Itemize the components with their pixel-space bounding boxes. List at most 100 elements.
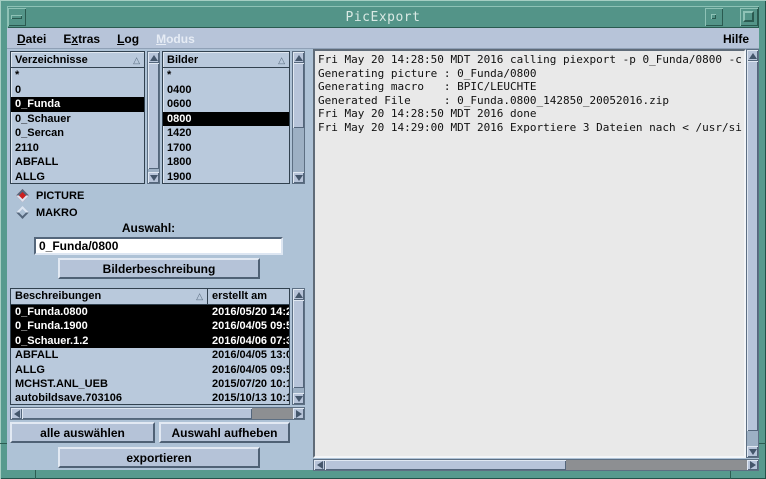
menu-log[interactable]: Log: [110, 30, 146, 48]
scrollbar-thumb[interactable]: [325, 460, 566, 470]
table-row[interactable]: ALLG2016/04/05 09:5: [11, 363, 289, 377]
arrow-left-icon: [317, 461, 323, 469]
scrollbar-thumb[interactable]: [148, 63, 159, 169]
list-item[interactable]: ALLG: [11, 170, 144, 185]
scrollbar-thumb[interactable]: [22, 408, 252, 419]
cell-created-at: 2016/04/05 09:5: [208, 363, 289, 377]
menu-hilfe[interactable]: Hilfe: [715, 30, 757, 48]
table-row[interactable]: 0_Schauer.1.22016/04/06 07:3: [11, 334, 289, 348]
window-menu-button[interactable]: [8, 8, 26, 26]
list-item[interactable]: 0800: [163, 112, 289, 127]
descriptions-table: Beschreibungen △ erstellt am 0_Funda.080…: [10, 288, 290, 405]
scrollbar-trough[interactable]: [293, 300, 304, 393]
cell-description: 0_Schauer.1.2: [11, 334, 208, 348]
scrollbar-trough[interactable]: [325, 460, 747, 470]
table-row[interactable]: 0_Funda.08002016/05/20 14:2: [11, 305, 289, 319]
list-item[interactable]: 0_Schauer: [11, 112, 144, 127]
table-horizontal-scrollbar[interactable]: [10, 407, 305, 420]
column-header-beschreibungen[interactable]: Beschreibungen △: [11, 289, 208, 304]
scroll-left-button[interactable]: [11, 408, 22, 419]
scroll-up-button[interactable]: [293, 52, 304, 63]
scroll-down-button[interactable]: [293, 393, 304, 404]
log-horizontal-scrollbar[interactable]: [313, 459, 759, 471]
list-item[interactable]: ABFALL: [11, 155, 144, 170]
arrow-down-icon: [150, 175, 158, 181]
scrollbar-trough[interactable]: [747, 61, 758, 446]
list-item[interactable]: 0_Sercan: [11, 126, 144, 141]
table-row[interactable]: MCHST.ANL_UEB2015/07/20 10:1: [11, 377, 289, 391]
cell-created-at: 2016/04/05 13:0: [208, 348, 289, 362]
list-item[interactable]: 0_Funda: [11, 97, 144, 112]
radio-makro[interactable]: MAKRO: [15, 205, 78, 220]
list-item[interactable]: 0600: [163, 97, 289, 112]
list-item[interactable]: 1420: [163, 126, 289, 141]
sort-ascending-icon[interactable]: △: [133, 52, 140, 68]
list-item[interactable]: 1900: [163, 170, 289, 185]
pictures-list: Bilder △ *0400060008001420170018001900: [162, 51, 290, 184]
pictures-scrollbar[interactable]: [292, 51, 305, 184]
select-all-button[interactable]: alle auswählen: [10, 422, 155, 443]
column-label: Beschreibungen: [15, 289, 101, 304]
scroll-right-button[interactable]: [747, 460, 758, 470]
scroll-up-button[interactable]: [148, 52, 159, 63]
menu-datei[interactable]: Datei: [10, 30, 53, 48]
export-button[interactable]: exportieren: [58, 447, 260, 468]
scroll-right-button[interactable]: [293, 408, 304, 419]
radio-diamond-icon[interactable]: [16, 206, 29, 219]
sort-ascending-icon[interactable]: △: [196, 289, 203, 304]
scrollbar-thumb[interactable]: [747, 61, 758, 431]
list-item[interactable]: 1700: [163, 141, 289, 156]
table-vertical-scrollbar[interactable]: [292, 288, 305, 405]
picture-description-button[interactable]: Bilderbeschreibung: [58, 258, 260, 279]
table-row[interactable]: autobildsave.7031062015/10/13 10:1: [11, 391, 289, 405]
log-output: Fri May 20 14:28:50 MDT 2016 calling pie…: [313, 49, 746, 458]
scroll-down-button[interactable]: [293, 172, 304, 183]
cell-created-at: 2015/07/20 10:1: [208, 377, 289, 391]
list-item[interactable]: *: [11, 68, 144, 83]
scroll-up-button[interactable]: [747, 50, 758, 61]
sort-ascending-icon[interactable]: △: [278, 52, 285, 68]
maximize-button[interactable]: [740, 8, 758, 26]
scrollbar-thumb[interactable]: [293, 63, 304, 128]
cell-description: 0_Funda.1900: [11, 319, 208, 333]
log-vertical-scrollbar[interactable]: [746, 49, 759, 458]
pictures-list-header[interactable]: Bilder △: [163, 52, 289, 68]
window-title: PicExport: [7, 10, 759, 25]
frame-seam: [759, 443, 766, 444]
list-item[interactable]: 2110: [11, 141, 144, 156]
radio-picture[interactable]: PICTURE: [15, 188, 84, 203]
arrow-down-icon: [295, 396, 303, 402]
list-item[interactable]: 1800: [163, 155, 289, 170]
scrollbar-trough[interactable]: [293, 63, 304, 172]
column-header-erstellt-am[interactable]: erstellt am: [208, 289, 289, 304]
minimize-icon: [711, 14, 716, 19]
table-row[interactable]: ABFALL2016/04/05 13:0: [11, 348, 289, 362]
scroll-left-button[interactable]: [314, 460, 325, 470]
scroll-down-button[interactable]: [148, 172, 159, 183]
radio-diamond-icon[interactable]: [16, 189, 29, 202]
picexport-window: PicExport DateiExtrasLogModus Hilfe Verz…: [0, 0, 766, 479]
cell-description: ABFALL: [11, 348, 208, 362]
scrollbar-thumb[interactable]: [293, 300, 304, 388]
table-header: Beschreibungen △ erstellt am: [11, 289, 289, 305]
scroll-up-button[interactable]: [293, 289, 304, 300]
directories-scrollbar[interactable]: [147, 51, 160, 184]
titlebar[interactable]: PicExport: [7, 6, 759, 28]
scroll-down-button[interactable]: [747, 446, 758, 457]
scrollbar-trough[interactable]: [22, 408, 293, 419]
minimize-button[interactable]: [705, 8, 723, 26]
pictures-header-label: Bilder: [167, 52, 198, 68]
scrollbar-trough[interactable]: [148, 63, 159, 172]
maximize-icon: [743, 11, 754, 22]
menu-extras[interactable]: Extras: [56, 30, 107, 48]
list-item[interactable]: 0: [11, 83, 144, 98]
list-item[interactable]: *: [163, 68, 289, 83]
selection-input[interactable]: [34, 237, 283, 255]
table-row[interactable]: 0_Funda.19002016/04/05 09:5: [11, 319, 289, 333]
menu-modus[interactable]: Modus: [149, 30, 202, 48]
clear-selection-button[interactable]: Auswahl aufheben: [159, 422, 290, 443]
list-item[interactable]: 0400: [163, 83, 289, 98]
directories-list-header[interactable]: Verzeichnisse △: [11, 52, 144, 68]
window-menu-icon: [11, 15, 22, 19]
arrow-up-icon: [150, 55, 158, 61]
